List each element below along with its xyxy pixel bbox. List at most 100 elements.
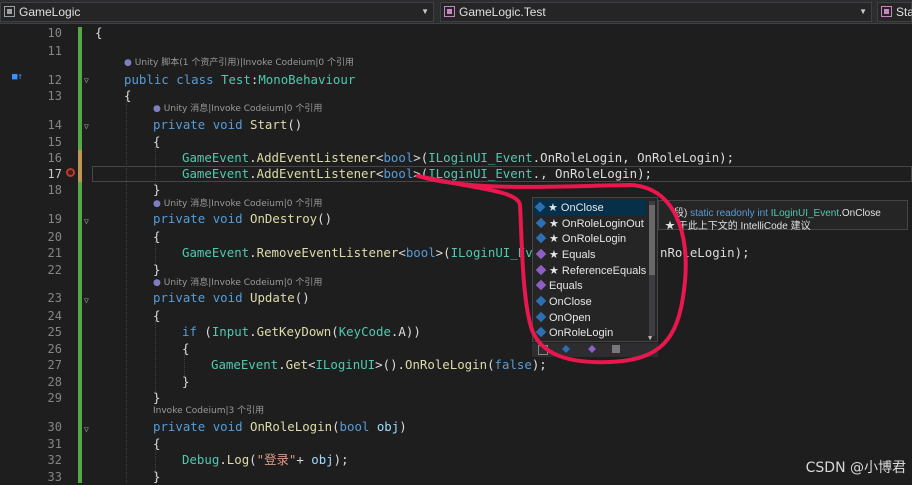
method-name: AddEventListener xyxy=(256,150,376,165)
field-name: OnRoleLogin xyxy=(540,150,623,165)
field-icon xyxy=(535,326,547,338)
brace: { xyxy=(124,88,132,103)
line-number: 25 xyxy=(47,325,62,339)
enum-value: A xyxy=(398,324,406,339)
keyword: public xyxy=(124,72,169,87)
punctuation: () xyxy=(287,117,303,132)
codelens[interactable]: ● Unity 消息|Invoke Codeium|0 个引用 xyxy=(153,197,322,211)
code-line[interactable]: GameEvent.Get<ILoginUI>().OnRoleLogin(fa… xyxy=(211,357,547,373)
project-dropdown-label: GameLogic xyxy=(19,5,81,19)
type-filter-icon[interactable] xyxy=(612,345,620,353)
completion-item[interactable]: Equals xyxy=(535,278,583,294)
method-icon xyxy=(535,279,547,291)
line-number: 11 xyxy=(47,44,62,58)
code-line[interactable]: { xyxy=(153,436,160,452)
method-filter-icon[interactable] xyxy=(588,345,596,353)
code-line[interactable]: private void Update() xyxy=(153,290,310,306)
completion-item[interactable]: ★ OnRoleLoginOut xyxy=(535,216,644,232)
keyword: bool xyxy=(405,245,436,260)
scrollbar-thumb[interactable] xyxy=(649,205,655,275)
method-name: AddEventListener xyxy=(256,166,376,181)
code-line[interactable]: { xyxy=(124,88,131,104)
codelens[interactable]: ● Unity 消息|Invoke Codeium|0 个引用 xyxy=(153,102,322,116)
code-line[interactable]: private void OnRoleLogin(bool obj) xyxy=(153,419,407,435)
intellisense-completion-list[interactable]: ★ OnClose ★ OnRoleLoginOut ★ OnRoleLogin… xyxy=(532,197,658,342)
fold-toggle-icon[interactable]: ▽ xyxy=(84,122,89,131)
code-line[interactable]: public class Test:MonoBehaviour xyxy=(124,72,355,88)
codelens[interactable]: ● Unity 消息|Invoke Codeium|0 个引用 xyxy=(153,276,322,290)
codelens[interactable]: ● Unity 脚本(1 个资产引用)|Invoke Codeium|0 个引用 xyxy=(124,56,354,70)
field-icon xyxy=(535,295,547,307)
unity-icon: ● xyxy=(153,199,161,209)
code-line[interactable]: { xyxy=(95,25,102,41)
completion-item[interactable]: ★ ReferenceEquals xyxy=(535,263,646,279)
brace: } xyxy=(182,374,190,389)
code-line[interactable]: private void OnDestroy() xyxy=(153,211,332,227)
code-line[interactable]: } xyxy=(153,182,160,198)
change-bar-saved xyxy=(78,182,82,483)
type-name: MonoBehaviour xyxy=(258,72,356,87)
code-line[interactable]: { xyxy=(153,229,160,245)
code-line[interactable]: GameEvent.RemoveEventListener<bool>(ILog… xyxy=(182,245,540,261)
completion-item[interactable]: OnOpen xyxy=(535,310,591,326)
change-bar-saved xyxy=(78,27,82,157)
fold-toggle-icon[interactable]: ▽ xyxy=(84,296,89,305)
code-line[interactable]: } xyxy=(182,374,189,390)
fold-toggle-icon[interactable]: ▽ xyxy=(84,217,89,226)
type-dropdown[interactable]: GameLogic.Test ▼ xyxy=(440,2,872,22)
code-line-tail[interactable]: nRoleLogin); xyxy=(660,245,750,261)
completion-item-label: ★ OnClose xyxy=(548,202,604,214)
unity-icon: ● xyxy=(153,104,161,114)
keyword: void xyxy=(212,290,243,305)
quick-info-tooltip: 段) static readonly int ILoginUI_Event.On… xyxy=(658,200,908,232)
brace: { xyxy=(95,25,103,40)
line-number: 22 xyxy=(47,263,62,277)
completion-item[interactable]: OnClose xyxy=(535,294,592,310)
completion-item-label: ★ ReferenceEquals xyxy=(549,265,647,277)
scroll-down-icon[interactable]: ▼ xyxy=(648,334,652,342)
keyword: void xyxy=(212,419,243,434)
line-number: 24 xyxy=(47,309,62,323)
code-line[interactable]: { xyxy=(153,134,160,150)
fold-toggle-icon[interactable]: ▽ xyxy=(84,425,89,434)
line-number: 27 xyxy=(47,358,62,372)
completion-item[interactable]: ★ OnRoleLogin xyxy=(535,231,626,247)
type-name: GameEvent xyxy=(182,245,250,260)
keyword: void xyxy=(212,211,243,226)
code-line[interactable]: GameEvent.AddEventListener<bool>(ILoginU… xyxy=(182,150,734,166)
completion-item[interactable]: OnRoleLogin xyxy=(535,325,613,341)
filter-icon[interactable] xyxy=(538,345,548,355)
project-dropdown[interactable]: GameLogic ▼ xyxy=(0,2,434,22)
keyword: private xyxy=(153,211,206,226)
code-line[interactable]: { xyxy=(182,341,189,357)
member-dropdown-label: Sta xyxy=(896,5,912,19)
code-line[interactable]: { xyxy=(153,308,160,324)
code-line[interactable]: Debug.Log("登录"+ obj); xyxy=(182,452,349,468)
member-dropdown[interactable]: Sta xyxy=(877,2,912,22)
field-filter-icon[interactable] xyxy=(562,345,570,353)
keyword: void xyxy=(212,117,243,132)
codelens[interactable]: Invoke Codeium|3 个引用 xyxy=(153,404,264,418)
code-line[interactable]: if (Input.GetKeyDown(KeyCode.A)) xyxy=(182,324,421,340)
fold-toggle-icon[interactable]: ▽ xyxy=(84,76,89,85)
identifier: OnRoleLogin xyxy=(555,166,638,181)
unity-icon: ● xyxy=(153,278,161,288)
breakpoint-icon[interactable] xyxy=(66,168,75,177)
override-marker-icon[interactable]: ■↑ xyxy=(12,72,23,82)
line-number: 32 xyxy=(47,453,62,467)
line-number: 18 xyxy=(47,183,62,197)
completion-item-label: OnOpen xyxy=(549,312,591,324)
method-name: Update xyxy=(250,290,295,305)
line-number: 12 xyxy=(47,73,62,87)
completion-item[interactable]: ★ OnClose xyxy=(534,200,646,216)
completion-item[interactable]: ★ Equals xyxy=(535,247,596,263)
method-icon xyxy=(535,248,547,260)
code-line[interactable]: private void Start() xyxy=(153,117,302,133)
code-line-current[interactable]: GameEvent.AddEventListener<bool>(ILoginU… xyxy=(182,166,652,182)
brace: { xyxy=(153,436,161,451)
completion-item-label: OnRoleLogin xyxy=(549,327,614,339)
method-name: OnDestroy xyxy=(250,211,318,226)
punctuation: () xyxy=(317,211,333,226)
completion-scrollbar[interactable]: ▼ xyxy=(648,201,655,342)
type-name: Test xyxy=(221,72,251,87)
